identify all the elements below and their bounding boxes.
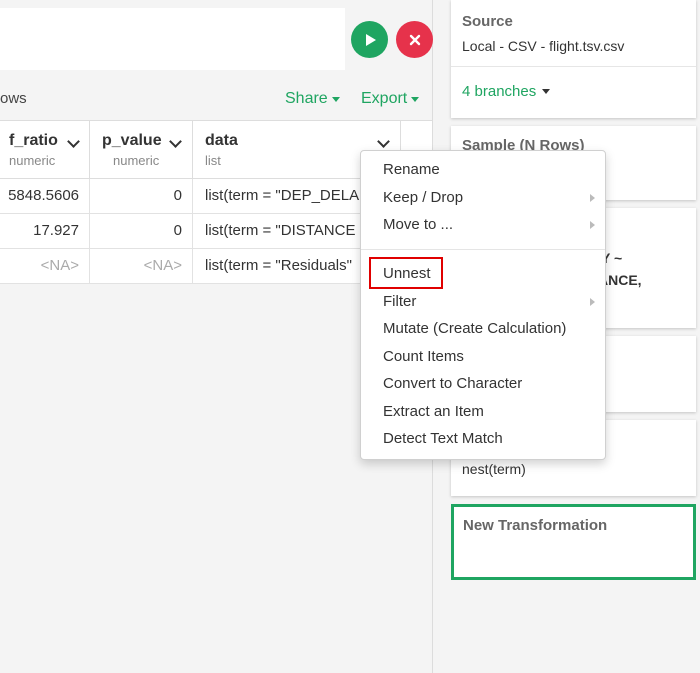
command-input[interactable] xyxy=(0,8,345,70)
column-name: f_ratio xyxy=(9,132,58,149)
column-type: list xyxy=(205,153,221,168)
menu-item-label: Filter xyxy=(383,293,417,310)
chevron-right-icon xyxy=(590,298,595,306)
play-icon xyxy=(365,33,376,46)
menu-item-label: Rename xyxy=(383,161,440,178)
menu-item-label: Count Items xyxy=(383,348,464,365)
cell-p-value: 0 xyxy=(90,179,193,213)
chevron-down-icon xyxy=(331,96,340,102)
column-name: data xyxy=(205,132,238,149)
row-count-label: ows xyxy=(0,90,27,107)
chevron-down-icon[interactable] xyxy=(169,135,182,148)
menu-item-mutate[interactable]: Mutate (Create Calculation) xyxy=(361,317,605,341)
menu-item-convert-to-character[interactable]: Convert to Character xyxy=(361,372,605,396)
cancel-button[interactable] xyxy=(396,21,433,58)
source-detail: Local - CSV - flight.tsv.csv xyxy=(462,38,625,54)
divider xyxy=(451,66,696,67)
menu-item-count-items[interactable]: Count Items xyxy=(361,345,605,369)
close-icon xyxy=(409,34,420,45)
menu-item-extract-item[interactable]: Extract an Item xyxy=(361,400,605,424)
chevron-down-icon xyxy=(411,96,420,102)
export-label: Export xyxy=(361,90,408,107)
new-transformation-label: New Transformation xyxy=(463,517,608,534)
cell-p-value: <NA> xyxy=(90,249,193,283)
menu-item-move-to[interactable]: Move to ... xyxy=(361,213,605,237)
menu-item-keep-drop[interactable]: Keep / Drop xyxy=(361,186,605,210)
source-step-card[interactable]: Source Local - CSV - flight.tsv.csv 4 br… xyxy=(451,0,696,118)
export-menu-button[interactable]: Export xyxy=(361,90,420,108)
column-header-p-value[interactable]: p_value numeric xyxy=(90,121,193,178)
chevron-down-icon[interactable] xyxy=(67,135,80,148)
branches-dropdown[interactable]: 4 branches xyxy=(462,83,551,100)
chevron-right-icon xyxy=(590,194,595,202)
menu-item-label: Mutate (Create Calculation) xyxy=(383,320,567,337)
new-transformation-card[interactable]: New Transformation xyxy=(451,504,696,580)
menu-item-label: Detect Text Match xyxy=(383,430,503,447)
column-type: numeric xyxy=(113,153,160,168)
share-menu-button[interactable]: Share xyxy=(285,90,340,108)
menu-item-filter[interactable]: Filter xyxy=(361,290,605,314)
column-type: numeric xyxy=(9,153,56,168)
cell-f-ratio: <NA> xyxy=(0,249,90,283)
menu-item-label: Extract an Item xyxy=(383,403,484,420)
menu-item-label: Move to ... xyxy=(383,216,454,233)
menu-item-detect-text-match[interactable]: Detect Text Match xyxy=(361,427,605,451)
cell-f-ratio: 17.927 xyxy=(0,214,90,248)
source-title: Source xyxy=(462,13,513,30)
branches-label: 4 branches xyxy=(462,83,537,100)
share-label: Share xyxy=(285,90,328,107)
menu-item-rename[interactable]: Rename xyxy=(361,158,605,182)
column-name: p_value xyxy=(102,132,162,149)
nest-step-body: nest(term) xyxy=(462,461,526,477)
menu-divider xyxy=(361,249,605,250)
column-context-menu: Rename Keep / Drop Move to ... Unnest Fi… xyxy=(360,150,606,460)
menu-item-label: Keep / Drop xyxy=(383,189,464,206)
menu-item-label: Convert to Character xyxy=(383,375,523,392)
run-button[interactable] xyxy=(351,21,388,58)
chevron-down-icon xyxy=(542,89,551,94)
cell-f-ratio: 5848.5606 xyxy=(0,179,90,213)
column-header-f-ratio[interactable]: f_ratio numeric xyxy=(0,121,90,178)
cell-p-value: 0 xyxy=(90,214,193,248)
highlight-annotation-box xyxy=(369,257,443,289)
chevron-right-icon xyxy=(590,221,595,229)
chevron-down-icon[interactable] xyxy=(377,135,390,148)
